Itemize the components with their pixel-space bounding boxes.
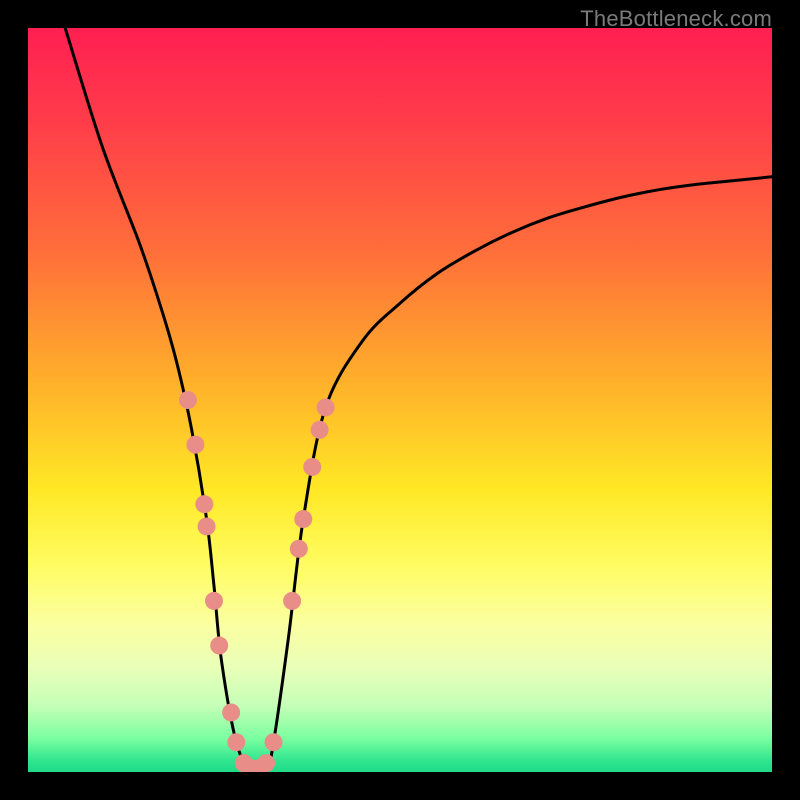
- highlight-point: [186, 436, 204, 454]
- plot-area: [28, 28, 772, 772]
- watermark-text: TheBottleneck.com: [580, 6, 772, 32]
- highlight-point: [257, 754, 275, 772]
- highlight-point: [265, 733, 283, 751]
- highlight-point: [311, 421, 329, 439]
- highlight-point: [179, 391, 197, 409]
- highlight-point: [222, 703, 240, 721]
- highlight-point: [303, 458, 321, 476]
- highlight-point: [294, 510, 312, 528]
- highlight-point: [227, 733, 245, 751]
- highlight-point: [195, 495, 213, 513]
- highlight-point: [205, 592, 223, 610]
- highlight-point: [283, 592, 301, 610]
- bottleneck-curve: [65, 28, 772, 772]
- highlight-point: [290, 540, 308, 558]
- highlight-points: [179, 391, 335, 772]
- highlight-point: [198, 517, 216, 535]
- curve-layer: [28, 28, 772, 772]
- highlight-point: [210, 637, 228, 655]
- highlight-point: [317, 398, 335, 416]
- chart-frame: TheBottleneck.com: [0, 0, 800, 800]
